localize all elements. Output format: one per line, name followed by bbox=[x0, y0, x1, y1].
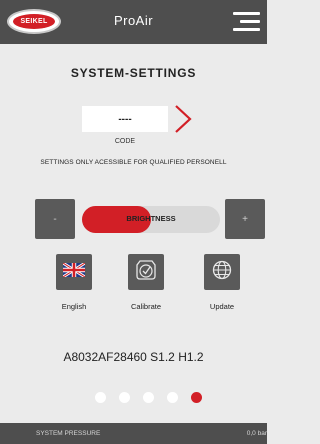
page-title: SYSTEM-SETTINGS bbox=[70, 66, 197, 80]
uk-flag-icon bbox=[62, 261, 86, 282]
page-dot-5[interactable] bbox=[191, 392, 202, 403]
calibrate-button[interactable] bbox=[128, 254, 164, 290]
calibrate-label: Calibrate bbox=[130, 302, 161, 311]
chevron-right-icon[interactable] bbox=[172, 104, 194, 134]
hamburger-menu-icon[interactable] bbox=[233, 12, 260, 32]
page-dot-3[interactable] bbox=[143, 392, 154, 403]
brightness-label: BRIGHTNESS bbox=[126, 214, 176, 223]
system-pressure-value: 0,0 bar bbox=[246, 430, 267, 437]
update-button[interactable] bbox=[204, 254, 240, 290]
code-label: CODE bbox=[114, 138, 136, 145]
language-english-label: English bbox=[61, 302, 87, 311]
brightness-increase-button[interactable]: + bbox=[225, 199, 265, 239]
device-serial: A8032AF28460 S1.2 H1.2 bbox=[63, 350, 204, 364]
page-dot-2[interactable] bbox=[119, 392, 130, 403]
globe-icon bbox=[211, 259, 233, 286]
brightness-slider[interactable]: BRIGHTNESS bbox=[82, 206, 220, 233]
page-indicator bbox=[95, 392, 215, 404]
status-footer: SYSTEM PRESSURE 0,0 bar bbox=[0, 423, 267, 444]
system-pressure-label: SYSTEM PRESSURE bbox=[36, 430, 101, 437]
update-label: Update bbox=[209, 302, 235, 311]
access-notice: SETTINGS ONLY ACESSIBLE FOR QUALIFIED PE… bbox=[40, 159, 227, 166]
brightness-decrease-button[interactable]: - bbox=[35, 199, 75, 239]
code-input[interactable] bbox=[82, 106, 168, 132]
gauge-check-icon bbox=[135, 259, 157, 286]
page-dot-4[interactable] bbox=[167, 392, 178, 403]
language-english-button[interactable] bbox=[56, 254, 92, 290]
app-title: ProAir bbox=[113, 13, 154, 28]
app-header: SEIKEL ProAir bbox=[0, 0, 267, 44]
page-dot-1[interactable] bbox=[95, 392, 106, 403]
